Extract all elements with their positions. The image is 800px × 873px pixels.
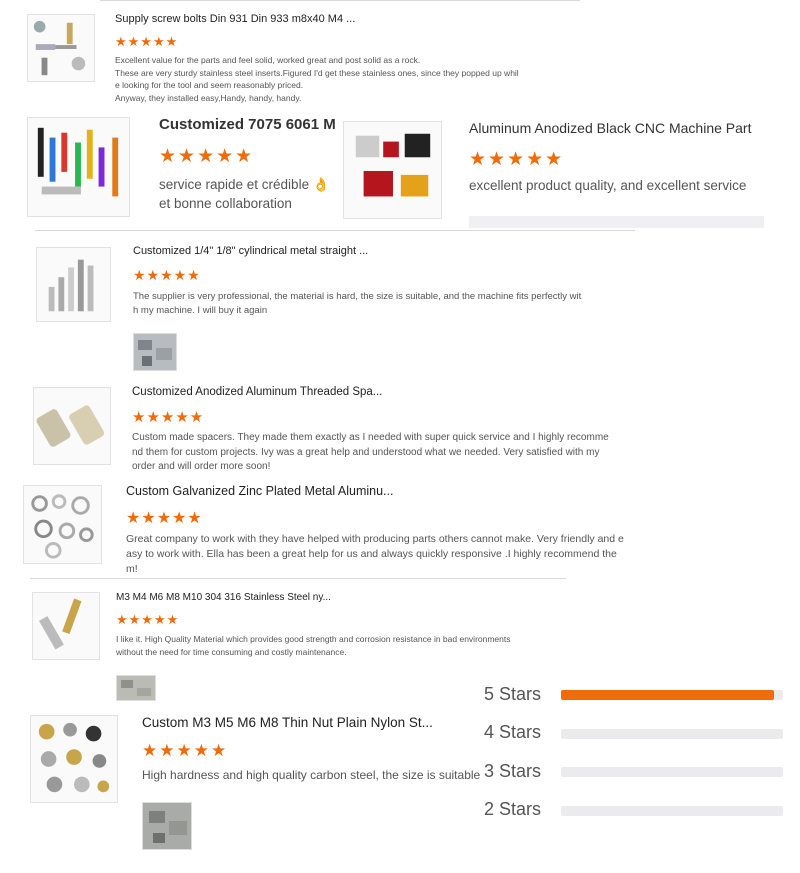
product-thumbnail-screw-bolts[interactable] — [27, 14, 95, 82]
product-thumbnail-colored-screws[interactable] — [27, 117, 130, 217]
review-text-line: e looking for the tool and seem reasonab… — [115, 80, 304, 91]
review-text-line: et bonne collaboration — [159, 196, 292, 211]
review-text-line: High hardness and high quality carbon st… — [142, 768, 481, 782]
product-thumbnail-nuts[interactable] — [30, 715, 118, 803]
review-text: Custom made spacers. They made them exac… — [132, 431, 609, 475]
review-text-line: h my machine. I will buy it again — [133, 305, 268, 316]
review-text: High hardness and high quality carbon st… — [142, 768, 480, 782]
review-text-line: order and will order more soon! — [132, 461, 271, 472]
review-text-line: service rapide et crédible 👌 — [159, 177, 330, 192]
rating-bar-fill — [561, 690, 775, 700]
product-thumbnail-standoffs[interactable] — [32, 592, 100, 660]
review-text-line: The supplier is very professional, the m… — [133, 291, 582, 302]
review-text: The supplier is very professional, the m… — [133, 290, 581, 318]
review-text-line: m! — [126, 563, 138, 575]
product-thumbnail-cylindrical-pins[interactable] — [36, 247, 111, 322]
review-text-line: Great company to work with they have hel… — [126, 533, 624, 545]
star-rating: ★★★★★ — [159, 146, 255, 167]
product-thumbnail-spacers[interactable] — [33, 387, 111, 465]
review-text: service rapide et crédible 👌 et bonne co… — [159, 175, 330, 213]
rating-bar-track — [561, 690, 783, 700]
review-text-line: These are very sturdy stainless steel in… — [115, 67, 519, 78]
review-text-line: I like it. High Quality Material which p… — [116, 634, 511, 644]
faded-bar — [469, 216, 764, 228]
review-title[interactable]: M3 M4 M6 M8 M10 304 316 Stainless Steel … — [116, 592, 331, 603]
top-divider — [100, 0, 580, 1]
product-thumbnail-cnc-parts[interactable] — [343, 121, 442, 219]
star-rating: ★★★★★ — [469, 149, 565, 170]
star-rating: ★★★★★ — [133, 267, 201, 283]
section-divider — [35, 230, 635, 231]
review-title[interactable]: Customized 1/4" 1/8" cylindrical metal s… — [133, 245, 368, 257]
review-text-line: asy to work with. Ella has been a great … — [126, 548, 617, 560]
review-title[interactable]: Custom Galvanized Zinc Plated Metal Alum… — [126, 484, 393, 498]
review-title[interactable]: Aluminum Anodized Black CNC Machine Part — [469, 120, 751, 136]
star-rating: ★★★★★ — [126, 510, 203, 527]
review-text: Excellent value for the parts and feel s… — [115, 54, 519, 104]
review-text-line: Custom made spacers. They made them exac… — [132, 432, 609, 443]
rating-label: 3 Stars — [484, 761, 542, 781]
review-photo[interactable] — [116, 675, 156, 701]
review-title[interactable]: Supply screw bolts Din 931 Din 933 m8x40… — [115, 13, 355, 25]
review-text-line: excellent product quality, and excellent… — [469, 178, 747, 193]
review-title[interactable]: Customized 7075 6061 M — [159, 116, 336, 133]
section-divider — [30, 578, 566, 579]
product-thumbnail-washers[interactable] — [23, 485, 102, 564]
star-rating: ★★★★★ — [142, 741, 229, 760]
review-photo[interactable] — [133, 333, 177, 371]
rating-label: 4 Stars — [484, 722, 542, 742]
rating-label: 2 Stars — [484, 799, 542, 819]
star-rating: ★★★★★ — [116, 612, 180, 627]
rating-label: 5 Stars — [484, 684, 542, 704]
review-title[interactable]: Custom M3 M5 M6 M8 Thin Nut Plain Nylon … — [142, 715, 433, 730]
review-title[interactable]: Customized Anodized Aluminum Threaded Sp… — [132, 386, 382, 398]
rating-bar-track — [561, 729, 783, 739]
rating-bar-track — [561, 806, 783, 816]
star-rating: ★★★★★ — [132, 409, 205, 426]
review-text: excellent product quality, and excellent… — [469, 178, 746, 193]
rating-bar-track — [561, 767, 783, 777]
review-text-line: nd them for custom projects. Ivy was a g… — [132, 446, 600, 458]
review-photo[interactable] — [142, 802, 192, 850]
review-text: I like it. High Quality Material which p… — [116, 633, 511, 658]
review-text-line: Excellent value for the parts and feel s… — [115, 55, 421, 65]
star-rating: ★★★★★ — [115, 34, 179, 49]
review-text: Great company to work with they have hel… — [126, 532, 624, 577]
review-text-line: without the need for time consuming and … — [116, 646, 347, 657]
review-text-line: Anyway, they installed easy,Handy, handy… — [115, 92, 302, 103]
